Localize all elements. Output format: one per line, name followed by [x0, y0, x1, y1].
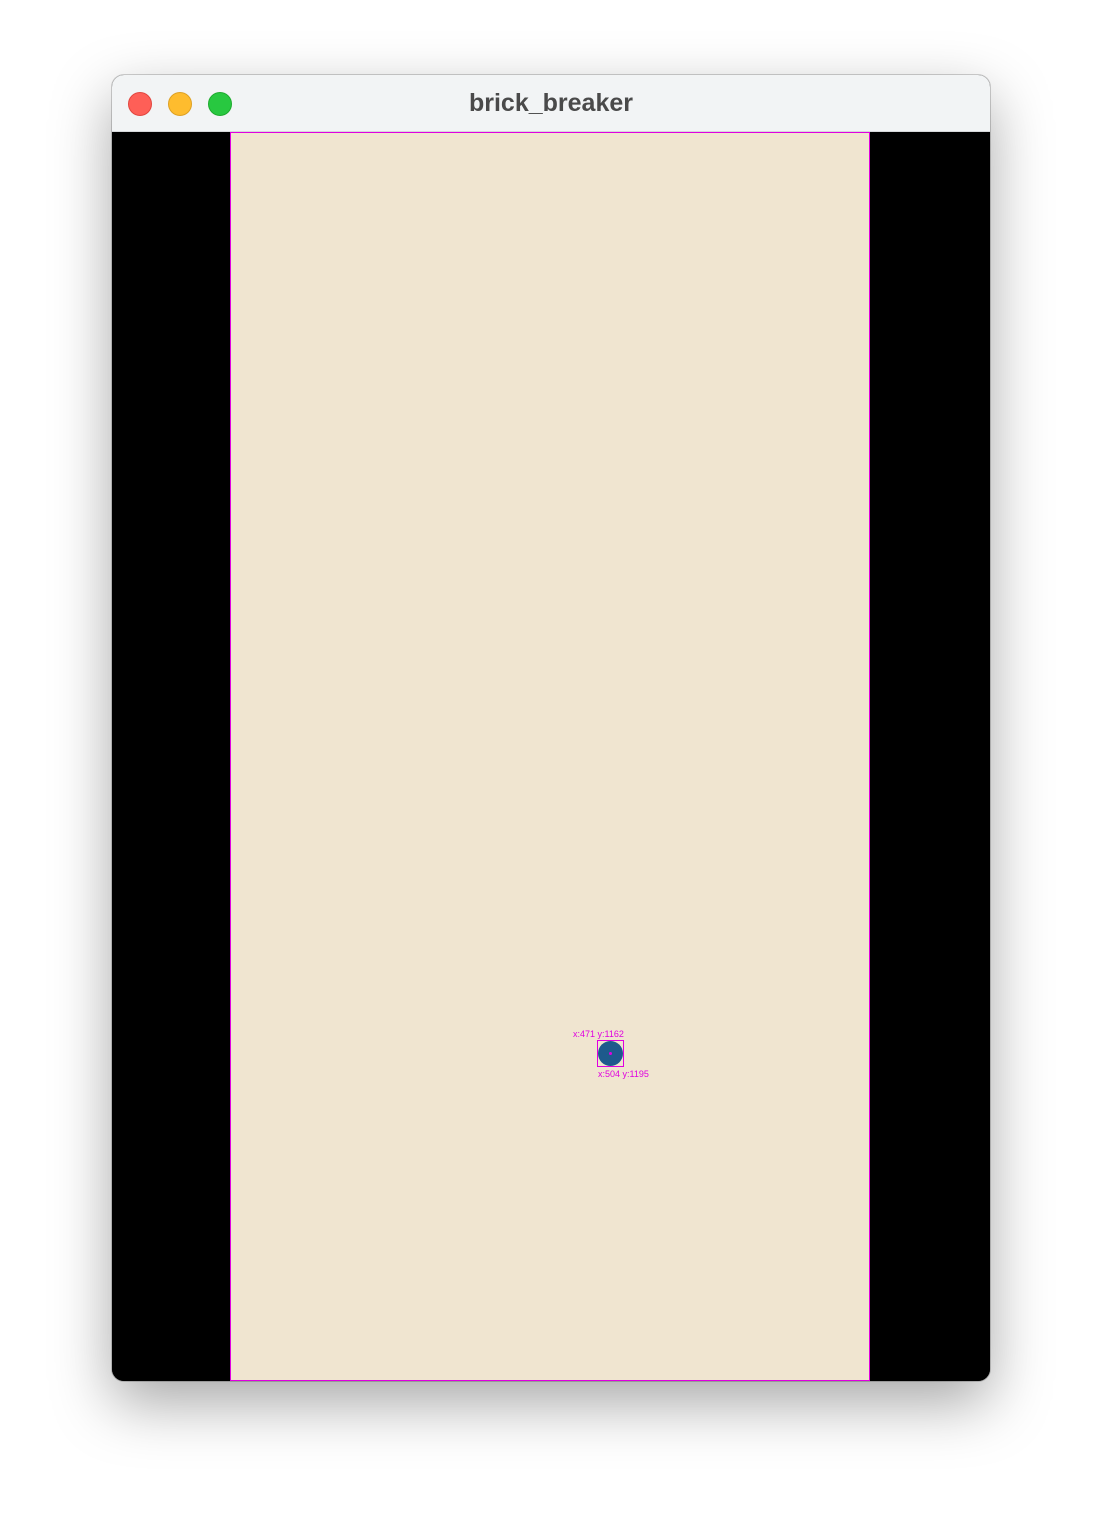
window-title: brick_breaker — [468, 89, 633, 117]
ball-bottom-right-coordinates: x:504 y:1195 — [598, 1069, 649, 1079]
ball-debug-group: x:471 y:1162 x:504 y:1195 — [573, 1029, 649, 1079]
ball-top-left-coordinates: x:471 y:1162 — [573, 1029, 624, 1039]
game-window: brick_breaker x:471 y:1162 x:504 y:1195 — [112, 75, 990, 1381]
ball-center-marker — [609, 1052, 612, 1055]
playfield[interactable]: x:471 y:1162 x:504 y:1195 — [230, 132, 870, 1381]
title-bar[interactable]: brick_breaker — [112, 75, 990, 132]
game-viewport[interactable]: x:471 y:1162 x:504 y:1195 — [112, 132, 990, 1381]
